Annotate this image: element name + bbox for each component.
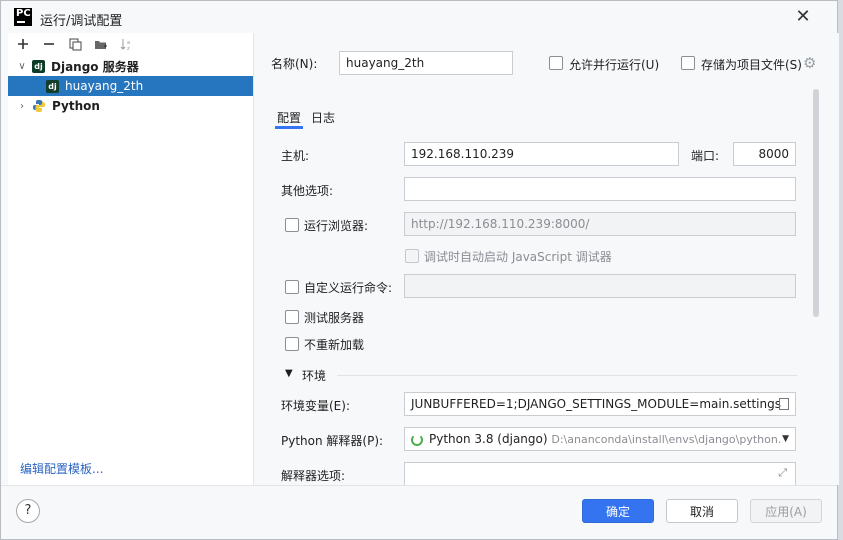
- name-field[interactable]: huayang_2th: [339, 51, 513, 75]
- custom-command-checkbox[interactable]: [285, 280, 299, 294]
- port-label: 端口:: [691, 149, 720, 163]
- minus-icon[interactable]: [40, 35, 58, 53]
- no-reload-label: 不重新加载: [304, 338, 365, 352]
- pycharm-logo-icon: PC: [14, 8, 32, 26]
- title-bar: PC 运行/调试配置 ✕: [1, 1, 837, 33]
- store-project-label: 存储为项目文件(S): [701, 58, 802, 72]
- custom-command-field: [404, 274, 796, 298]
- sort-icon[interactable]: az: [118, 35, 136, 53]
- active-tab-indicator: [275, 126, 303, 129]
- other-options-field[interactable]: [404, 177, 796, 201]
- interpreter-options-label: 解释器选项:: [281, 469, 346, 483]
- django-icon: dj: [46, 79, 59, 93]
- svg-text:z: z: [127, 46, 130, 51]
- store-project-checkbox[interactable]: [681, 56, 695, 70]
- section-divider: [337, 375, 797, 376]
- chevron-down-icon[interactable]: ▼: [782, 434, 789, 444]
- interpreter-select[interactable]: Python 3.8 (django) D:\ananconda\install…: [404, 427, 796, 451]
- run-browser-label: 运行浏览器:: [304, 219, 369, 233]
- chevron-right-icon[interactable]: ›: [16, 101, 28, 112]
- env-section-label: 环境: [302, 369, 327, 383]
- edit-templates-link[interactable]: 编辑配置模板...: [20, 460, 103, 477]
- window-title: 运行/调试配置: [40, 14, 123, 29]
- env-vars-label: 环境变量(E):: [281, 399, 350, 413]
- python-icon: [33, 100, 45, 112]
- run-browser-url-field: http://192.168.110.239:8000/: [404, 212, 796, 236]
- expand-icon[interactable]: ⤢: [778, 466, 787, 480]
- help-button[interactable]: ?: [16, 499, 40, 523]
- gear-icon[interactable]: ⚙: [803, 55, 819, 71]
- interpreter-label: Python 解释器(P):: [281, 434, 384, 448]
- django-icon: dj: [32, 59, 45, 73]
- host-label: 主机:: [281, 149, 310, 163]
- run-browser-checkbox[interactable]: [285, 218, 299, 232]
- allow-parallel-checkbox[interactable]: [549, 56, 563, 70]
- allow-parallel-label: 允许并行运行(U): [569, 58, 660, 72]
- tree-toolbar: az: [8, 33, 253, 55]
- name-label: 名称(N):: [271, 57, 318, 71]
- js-debugger-label: 调试时自动启动 JavaScript 调试器: [424, 250, 612, 264]
- env-vars-field[interactable]: JUNBUFFERED=1;DJANGO_SETTINGS_MODULE=mai…: [404, 392, 796, 416]
- js-debugger-checkbox: [405, 249, 419, 263]
- config-form-panel: 名称(N): huayang_2th 允许并行运行(U) 存储为项目文件(S) …: [255, 33, 839, 485]
- ok-button[interactable]: 确定: [582, 499, 654, 523]
- host-field[interactable]: 192.168.110.239: [404, 142, 679, 166]
- dialog-button-bar: ? 确定 取消 应用(A): [1, 485, 837, 539]
- no-reload-checkbox[interactable]: [285, 337, 299, 351]
- tree-item-huayang[interactable]: dj huayang_2th: [8, 76, 253, 96]
- test-server-label: 测试服务器: [304, 311, 365, 325]
- document-icon[interactable]: [779, 398, 789, 410]
- copy-icon[interactable]: [66, 35, 84, 53]
- section-collapse-icon[interactable]: ▼: [285, 368, 293, 379]
- close-icon[interactable]: ✕: [793, 7, 813, 27]
- tree-group-python[interactable]: › Python: [8, 96, 253, 116]
- config-tree-panel: az ∨ dj Django 服务器 dj huayang_2th › Pyth…: [8, 33, 254, 485]
- tree-group-label: Django 服务器: [51, 59, 139, 74]
- test-server-checkbox[interactable]: [285, 310, 299, 324]
- tab-config[interactable]: 配置: [277, 109, 301, 126]
- tab-log[interactable]: 日志: [311, 109, 335, 126]
- cancel-button[interactable]: 取消: [666, 499, 738, 523]
- scrollbar-thumb[interactable]: [813, 89, 819, 317]
- folder-icon[interactable]: [92, 35, 110, 53]
- env-vars-value: JUNBUFFERED=1;DJANGO_SETTINGS_MODULE=mai…: [411, 397, 781, 411]
- other-options-label: 其他选项:: [281, 184, 334, 198]
- tree-item-label: huayang_2th: [65, 79, 144, 93]
- interpreter-options-field[interactable]: ⤢: [404, 462, 796, 485]
- interpreter-value: Python 3.8 (django): [429, 432, 548, 446]
- tree-group-django[interactable]: ∨ dj Django 服务器: [8, 56, 253, 76]
- interpreter-path: D:\ananconda\install\envs\django\python.: [551, 433, 782, 446]
- run-debug-config-dialog: PC 运行/调试配置 ✕ az ∨ dj Django 服务器 dj huaya…: [0, 0, 839, 540]
- tree-python-label: Python: [52, 99, 100, 113]
- port-field[interactable]: 8000: [733, 142, 796, 166]
- config-tree: ∨ dj Django 服务器 dj huayang_2th › Python: [8, 56, 253, 116]
- custom-command-label: 自定义运行命令:: [304, 281, 393, 295]
- loading-icon: [411, 433, 423, 446]
- chevron-down-icon[interactable]: ∨: [16, 61, 28, 72]
- apply-button[interactable]: 应用(A): [750, 499, 822, 523]
- plus-icon[interactable]: [14, 35, 32, 53]
